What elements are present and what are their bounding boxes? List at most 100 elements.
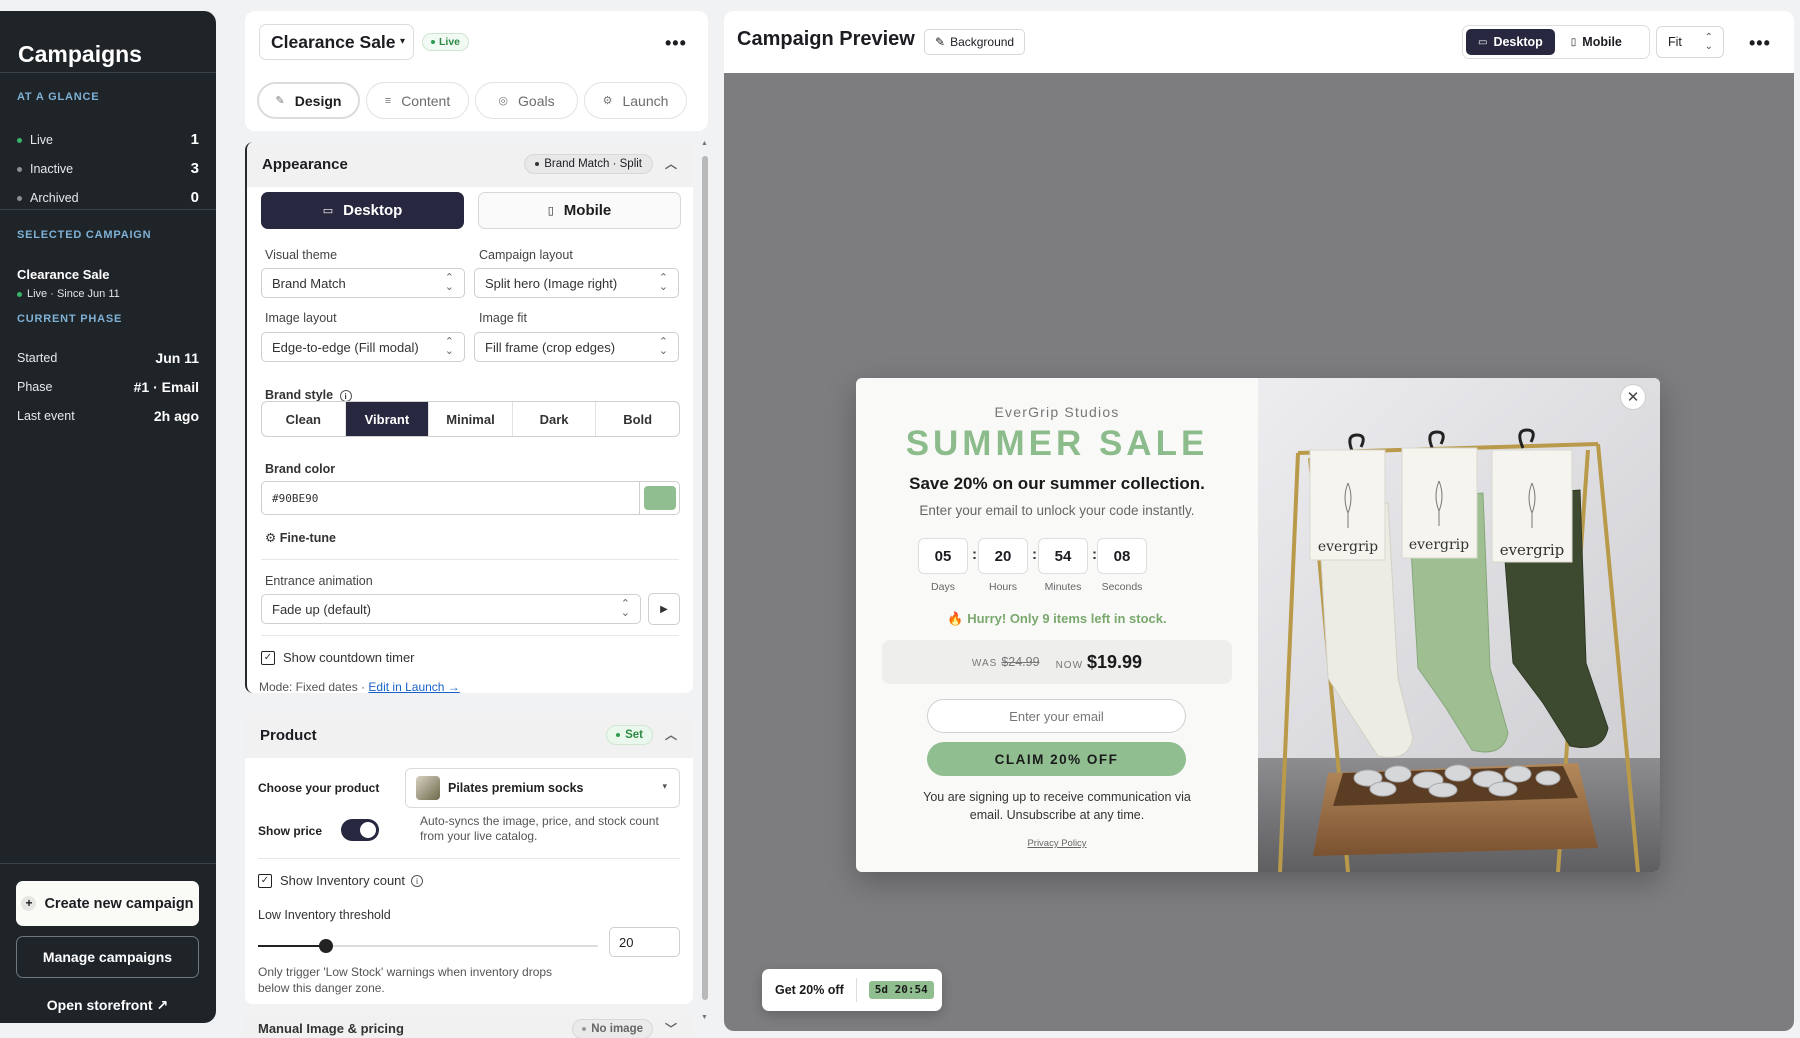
entrance-animation-select[interactable]: Fade up (default) ⌃ ⌄: [261, 594, 641, 624]
status-badge-text: Live: [439, 36, 461, 48]
play-icon: ▶: [660, 603, 668, 615]
brand-color-input[interactable]: #90BE90: [261, 481, 680, 515]
stock-urgency: 🔥 Hurry! Only 9 items left in stock.: [947, 611, 1167, 626]
brush-icon: ✎: [275, 95, 285, 107]
scroll-up-icon[interactable]: ▲: [701, 140, 708, 147]
brand-style-minimal[interactable]: Minimal: [429, 402, 513, 436]
tag-label: evergrip: [1500, 541, 1565, 559]
visual-theme-select[interactable]: Brand Match ⌃ ⌄: [261, 268, 465, 298]
product-select-value: Pilates premium socks: [448, 781, 584, 795]
live-dot-icon: [431, 40, 435, 45]
tab-content[interactable]: ≡ Content: [366, 82, 469, 119]
zoom-fit-select[interactable]: Fit ⌃ ⌄: [1656, 26, 1724, 58]
stat-row-archived[interactable]: Archived 0: [17, 189, 199, 206]
image-fit-select[interactable]: Fill frame (crop edges) ⌃ ⌄: [474, 332, 679, 362]
slider-handle[interactable]: [319, 939, 333, 953]
phase-row-label: Phase: [17, 380, 53, 394]
product-select[interactable]: Pilates premium socks ▾: [405, 768, 680, 808]
now-label: NOW: [1055, 659, 1084, 671]
editor-scrollbar[interactable]: ▲ ▼: [701, 140, 709, 1024]
campaign-select[interactable]: Clearance Sale ▾: [259, 24, 414, 60]
section-label: SELECTED CAMPAIGN: [17, 229, 152, 241]
device-desktop-button[interactable]: ▭ Desktop: [261, 192, 464, 229]
countdown-value: 05: [918, 538, 968, 574]
preview-desktop-button[interactable]: ▭ Desktop: [1466, 29, 1555, 55]
brand-style-clean[interactable]: Clean: [262, 402, 346, 436]
popup-subhead: Save 20% on our summer collection.: [909, 474, 1205, 493]
teaser-bar[interactable]: Get 20% off 5d 20:54: [762, 969, 942, 1011]
countdown-separator: :: [972, 546, 977, 563]
privacy-policy-link[interactable]: Privacy Policy: [856, 838, 1258, 849]
tab-label: Goals: [518, 92, 555, 109]
device-mobile-label: Mobile: [563, 202, 612, 219]
popup-email-input[interactable]: Enter your email: [927, 699, 1186, 733]
sidebar-title: Campaigns: [18, 41, 142, 67]
image-layout-select[interactable]: Edge-to-edge (Fill modal) ⌃ ⌄: [261, 332, 465, 362]
teaser-divider: [855, 978, 857, 1002]
info-icon[interactable]: i: [411, 874, 424, 887]
phase-row-value: Jun 11: [155, 350, 199, 366]
more-options-icon[interactable]: •••: [1749, 33, 1771, 54]
preview-mobile-button[interactable]: ▯ Mobile: [1559, 29, 1634, 55]
brand-style-bold[interactable]: Bold: [596, 402, 679, 436]
divider: [0, 72, 216, 73]
tab-design[interactable]: ✎ Design: [257, 82, 360, 119]
product-thumbnail: [416, 776, 440, 800]
stat-row-inactive[interactable]: Inactive 3: [17, 160, 199, 177]
countdown-checkbox[interactable]: ✓ Show countdown timer: [261, 650, 415, 665]
background-button[interactable]: ✎ Background: [924, 29, 1026, 55]
open-storefront-link[interactable]: Open storefront ↗: [16, 997, 199, 1014]
scroll-down-icon[interactable]: ▼: [701, 1014, 708, 1021]
edit-in-launch-link[interactable]: Edit in Launch →: [368, 680, 459, 694]
updown-icon: ⌃ ⌄: [1704, 32, 1713, 52]
manual-image-pricing-header[interactable]: Manual Image & pricing No image ﹀: [245, 1011, 693, 1038]
divider: [0, 209, 216, 210]
target-icon: ◎: [498, 95, 509, 107]
show-price-label: Show price: [258, 824, 323, 838]
manage-campaigns-button[interactable]: Manage campaigns: [16, 936, 199, 978]
now-price: $19.99: [1087, 651, 1143, 672]
brand-style-vibrant[interactable]: Vibrant: [345, 402, 430, 436]
teaser-text: Get 20% off: [775, 983, 844, 997]
appearance-header[interactable]: Appearance Brand Match · Split ︿: [247, 142, 693, 187]
no-image-badge-text: No image: [591, 1023, 643, 1035]
countdown-mode: Mode: Fixed dates · Edit in Launch →: [259, 680, 460, 694]
claim-offer-button[interactable]: CLAIM 20% OFF: [927, 742, 1186, 776]
tab-goals[interactable]: ◎ Goals: [475, 82, 578, 119]
checkbox-checked-icon[interactable]: ✓: [261, 650, 275, 665]
image-fit-value: Fill frame (crop edges): [485, 339, 616, 355]
countdown-label: Hours: [988, 581, 1017, 593]
checkbox-checked-icon[interactable]: ✓: [258, 873, 272, 888]
play-preview-button[interactable]: ▶: [648, 593, 680, 625]
brand-style-dark[interactable]: Dark: [513, 402, 597, 436]
countdown-label: Seconds: [1101, 581, 1143, 593]
chevron-up-icon[interactable]: ︿: [665, 155, 677, 172]
chevron-down-icon[interactable]: ﹀: [665, 1020, 677, 1037]
inventory-checkbox[interactable]: ✓ Show Inventory count i: [258, 873, 424, 888]
product-header[interactable]: Product Set ︿: [245, 713, 693, 758]
fine-tune-toggle[interactable]: ⚙ Fine-tune: [265, 530, 336, 545]
threshold-label: Low Inventory threshold: [258, 908, 391, 922]
show-price-toggle[interactable]: [341, 819, 379, 841]
updown-icon: ⌃ ⌄: [444, 336, 454, 357]
chevron-up-icon[interactable]: ︿: [665, 726, 677, 743]
tab-launch[interactable]: ⚙ Launch: [584, 82, 687, 119]
close-icon[interactable]: ✕: [1620, 384, 1646, 410]
selected-campaign-name[interactable]: Clearance Sale: [17, 267, 110, 282]
campaign-layout-select[interactable]: Split hero (Image right) ⌃ ⌄: [474, 268, 679, 298]
stat-label-text: Archived: [30, 190, 79, 205]
stat-row-live[interactable]: Live 1: [17, 131, 199, 148]
create-campaign-button[interactable]: + Create new campaign: [16, 881, 199, 926]
threshold-input[interactable]: 20: [609, 927, 680, 957]
threshold-slider[interactable]: [258, 939, 598, 953]
color-swatch-fill: [643, 486, 676, 510]
device-mobile-button[interactable]: ▯ Mobile: [478, 192, 681, 229]
color-swatch[interactable]: [639, 482, 679, 514]
image-layout-value: Edge-to-edge (Fill modal): [272, 339, 419, 355]
monitor-icon: ▭: [1478, 36, 1488, 48]
more-options-icon[interactable]: •••: [665, 33, 687, 54]
phase-row: Started Jun 11: [17, 350, 199, 366]
text-icon: ≡: [384, 94, 392, 107]
scrollbar-thumb[interactable]: [702, 156, 708, 1000]
create-campaign-label: Create new campaign: [44, 895, 194, 912]
